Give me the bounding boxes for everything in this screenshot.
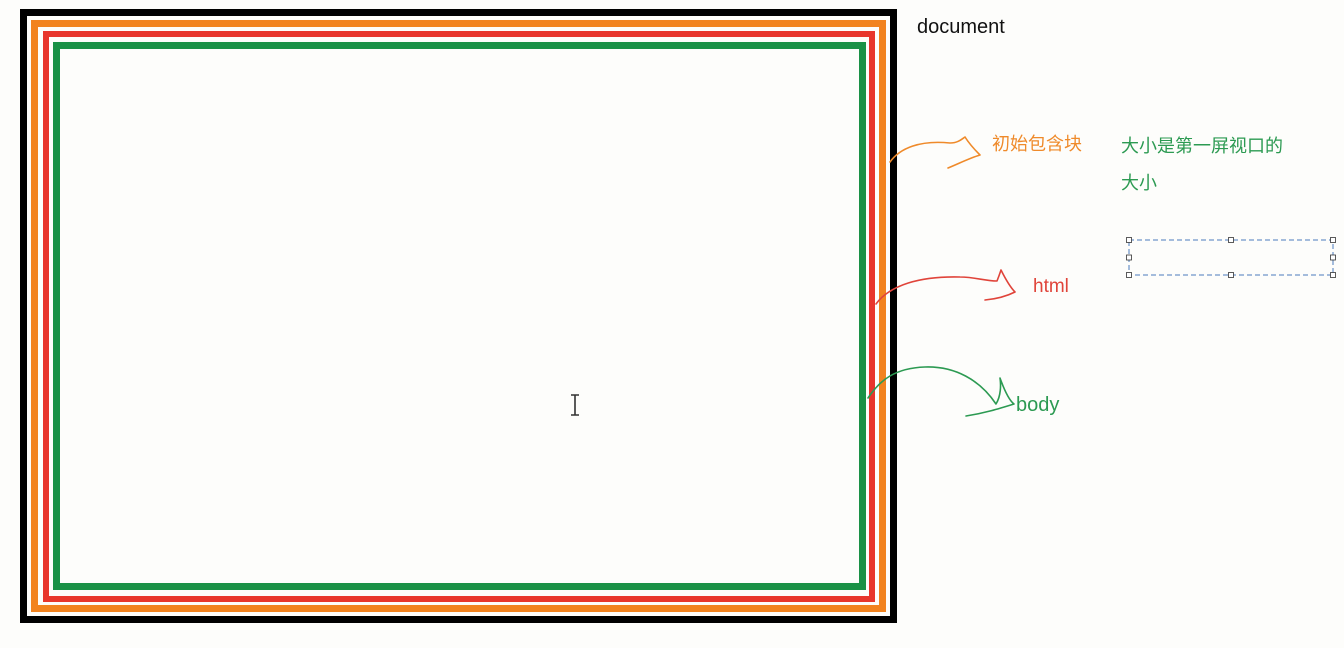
html-label: html bbox=[1033, 276, 1069, 297]
document-label: document bbox=[917, 16, 1005, 38]
selection-handle bbox=[1228, 272, 1234, 278]
selection-box bbox=[1126, 237, 1336, 278]
selection-handle bbox=[1126, 237, 1132, 243]
initial-containing-block-label: 初始包含块 bbox=[992, 134, 1082, 155]
selection-handle bbox=[1126, 272, 1132, 278]
selection-handle bbox=[1330, 237, 1336, 243]
selection-handle bbox=[1330, 272, 1336, 278]
selection-handle bbox=[1330, 254, 1336, 261]
body-frame bbox=[53, 42, 866, 590]
size-note-line2: 大小 bbox=[1121, 173, 1157, 194]
body-label: body bbox=[1016, 394, 1060, 416]
initial-containing-block-arrow bbox=[889, 136, 981, 169]
selection-handle bbox=[1126, 254, 1132, 261]
text-cursor-icon bbox=[571, 394, 579, 416]
selection-handle bbox=[1228, 237, 1234, 243]
size-note-line1: 大小是第一屏视口的 bbox=[1121, 136, 1283, 157]
